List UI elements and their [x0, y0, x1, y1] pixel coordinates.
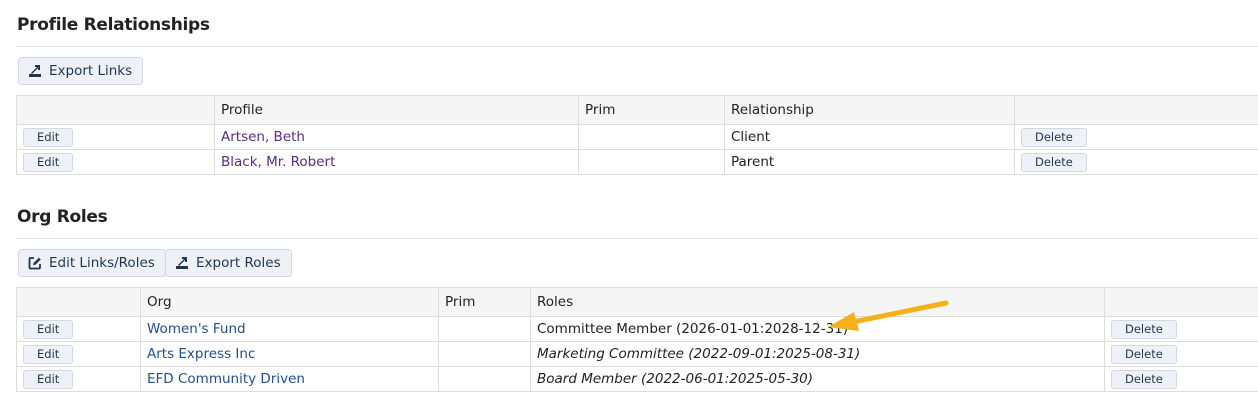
prim-cell	[438, 316, 531, 342]
table-row: Edit Arts Express Inc Marketing Committe…	[16, 341, 1258, 367]
export-links-label: Export Links	[49, 63, 133, 79]
table-row: Edit Black, Mr. Robert Parent Delete	[16, 149, 1258, 175]
prim-cell	[438, 366, 531, 392]
column-header-prim[interactable]: Prim	[578, 95, 725, 125]
annotation-arrow-icon	[828, 300, 949, 331]
column-header-prim[interactable]: Prim	[438, 287, 531, 317]
delete-button[interactable]: Delete	[1021, 127, 1087, 147]
roles-cell: Marketing Committee (2022-09-01:2025-08-…	[530, 341, 1105, 367]
column-header	[16, 287, 141, 317]
export-roles-label: Export Roles	[196, 255, 281, 271]
profile-link[interactable]: Artsen, Beth	[221, 129, 305, 145]
column-header-relationship[interactable]: Relationship	[724, 95, 1015, 125]
prim-cell	[578, 149, 725, 175]
column-header	[1014, 95, 1258, 125]
delete-button[interactable]: Delete	[1111, 319, 1177, 339]
column-header-org[interactable]: Org	[140, 287, 439, 317]
edit-links-roles-button[interactable]: Edit Links/Roles	[18, 249, 166, 277]
org-link[interactable]: Women's Fund	[147, 321, 246, 337]
prim-cell	[578, 124, 725, 150]
profile-relationships-title: Profile Relationships	[17, 15, 210, 35]
prim-cell	[438, 341, 531, 367]
relationship-cell: Client	[724, 124, 1015, 150]
export-roles-button[interactable]: Export Roles	[165, 249, 292, 277]
relationship-cell: Parent	[724, 149, 1015, 175]
delete-button[interactable]: Delete	[1111, 369, 1177, 389]
delete-button[interactable]: Delete	[1021, 152, 1087, 172]
roles-cell: Board Member (2022-06-01:2025-05-30)	[530, 366, 1105, 392]
table-header-row: Org Prim Roles	[16, 287, 1258, 317]
column-header-roles[interactable]: Roles	[530, 287, 1105, 317]
column-header-profile[interactable]: Profile	[214, 95, 579, 125]
edit-button[interactable]: Edit	[23, 344, 74, 364]
edit-button[interactable]: Edit	[23, 369, 74, 389]
export-icon	[175, 256, 189, 270]
org-roles-title: Org Roles	[17, 207, 108, 227]
edit-links-roles-label: Edit Links/Roles	[49, 255, 155, 271]
roles-cell: Committee Member (2026-01-01:2028-12-31)	[530, 316, 1105, 342]
column-header	[1104, 287, 1258, 317]
profile-link[interactable]: Black, Mr. Robert	[221, 154, 335, 170]
org-link[interactable]: Arts Express Inc	[147, 346, 255, 362]
export-links-button[interactable]: Export Links	[18, 57, 144, 85]
section-divider	[16, 46, 1258, 47]
edit-button[interactable]: Edit	[23, 152, 74, 172]
table-row: Edit EFD Community Driven Board Member (…	[16, 366, 1258, 392]
org-roles-table: Org Prim Roles Edit Women's Fund Committ…	[16, 287, 1258, 392]
table-row: Edit Women's Fund Committee Member (2026…	[16, 316, 1258, 342]
edit-square-icon	[28, 256, 42, 270]
edit-button[interactable]: Edit	[23, 127, 74, 147]
profile-relationships-table: Profile Prim Relationship Edit Artsen, B…	[16, 95, 1258, 175]
org-link[interactable]: EFD Community Driven	[147, 371, 305, 387]
delete-button[interactable]: Delete	[1111, 344, 1177, 364]
export-icon	[28, 64, 42, 78]
edit-button[interactable]: Edit	[23, 319, 74, 339]
column-header	[16, 95, 215, 125]
section-divider	[16, 238, 1258, 239]
table-header-row: Profile Prim Relationship	[16, 95, 1258, 125]
table-row: Edit Artsen, Beth Client Delete	[16, 124, 1258, 150]
